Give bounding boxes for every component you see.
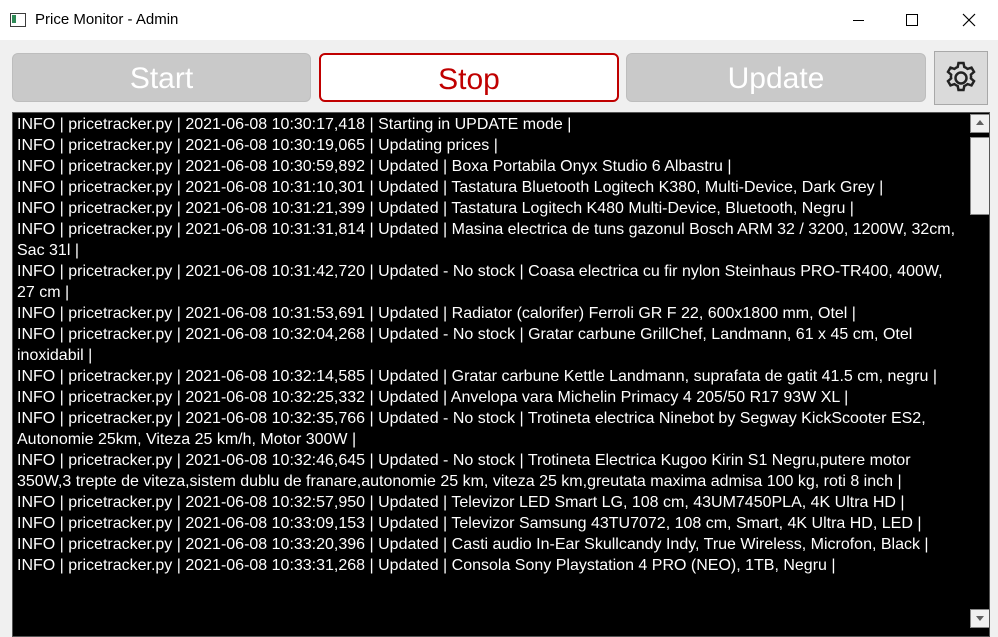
minimize-icon [853, 20, 864, 21]
log-line: INFO | pricetracker.py | 2021-06-08 10:3… [17, 410, 926, 448]
log-line: INFO | pricetracker.py | 2021-06-08 10:3… [17, 116, 572, 133]
title-bar: Price Monitor - Admin [0, 0, 998, 40]
stop-button[interactable]: Stop [319, 53, 619, 102]
log-output[interactable]: INFO | pricetracker.py | 2021-06-08 10:3… [12, 112, 990, 637]
scroll-down-icon[interactable] [970, 609, 989, 628]
close-button[interactable] [946, 0, 992, 40]
log-line: INFO | pricetracker.py | 2021-06-08 10:3… [17, 137, 498, 154]
log-line: INFO | pricetracker.py | 2021-06-08 10:3… [17, 158, 732, 175]
scroll-up-icon[interactable] [970, 114, 989, 133]
window-icon [10, 13, 26, 27]
log-line: INFO | pricetracker.py | 2021-06-08 10:3… [17, 221, 956, 259]
log-line: INFO | pricetracker.py | 2021-06-08 10:3… [17, 536, 929, 553]
log-line: INFO | pricetracker.py | 2021-06-08 10:3… [17, 200, 854, 217]
gear-icon [946, 61, 976, 92]
window-title: Price Monitor - Admin [35, 11, 179, 28]
close-icon [962, 13, 976, 27]
log-line: INFO | pricetracker.py | 2021-06-08 10:3… [17, 389, 849, 406]
log-line: INFO | pricetracker.py | 2021-06-08 10:3… [17, 305, 856, 322]
log-line: INFO | pricetracker.py | 2021-06-08 10:3… [17, 263, 943, 301]
minimize-button[interactable] [836, 0, 882, 40]
update-button[interactable]: Update [626, 53, 926, 102]
log-line: INFO | pricetracker.py | 2021-06-08 10:3… [17, 494, 905, 511]
log-line: INFO | pricetracker.py | 2021-06-08 10:3… [17, 326, 913, 364]
scroll-thumb[interactable] [970, 137, 989, 215]
log-line: INFO | pricetracker.py | 2021-06-08 10:3… [17, 557, 836, 574]
start-button[interactable]: Start [12, 53, 311, 102]
maximize-icon [906, 14, 918, 26]
log-line: INFO | pricetracker.py | 2021-06-08 10:3… [17, 515, 922, 532]
maximize-button[interactable] [888, 0, 934, 40]
log-text: INFO | pricetracker.py | 2021-06-08 10:3… [17, 114, 964, 576]
settings-button[interactable] [934, 51, 988, 105]
log-line: INFO | pricetracker.py | 2021-06-08 10:3… [17, 368, 937, 385]
log-line: INFO | pricetracker.py | 2021-06-08 10:3… [17, 452, 911, 490]
vertical-scrollbar[interactable] [970, 113, 989, 636]
log-line: INFO | pricetracker.py | 2021-06-08 10:3… [17, 179, 884, 196]
